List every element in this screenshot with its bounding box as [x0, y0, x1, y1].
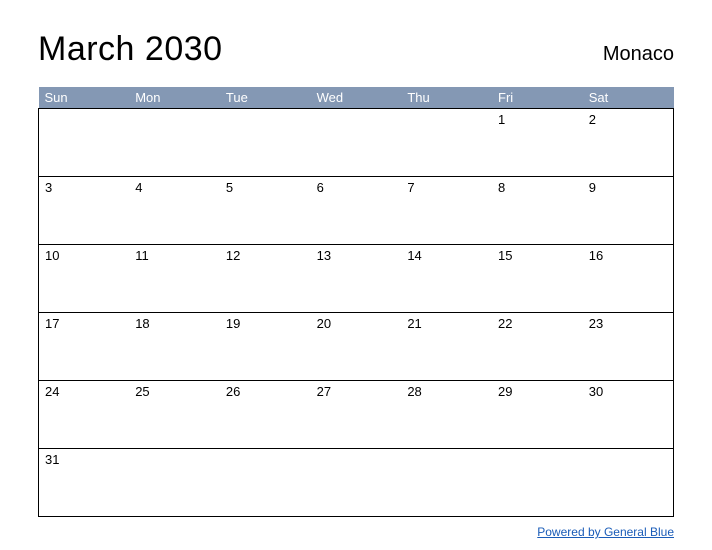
calendar-day-cell: 24	[39, 381, 130, 449]
calendar-day-cell	[401, 109, 492, 177]
calendar-week-row: 24 25 26 27 28 29 30	[39, 381, 674, 449]
calendar-day-cell: 3	[39, 177, 130, 245]
calendar-day-cell	[492, 449, 583, 517]
calendar-week-row: 3 4 5 6 7 8 9	[39, 177, 674, 245]
weekday-header: Sun	[39, 87, 130, 109]
calendar-footer: Powered by General Blue	[38, 523, 674, 541]
calendar-day-cell: 18	[129, 313, 220, 381]
calendar-day-cell: 23	[583, 313, 674, 381]
calendar-day-cell: 13	[311, 245, 402, 313]
weekday-header: Fri	[492, 87, 583, 109]
calendar-day-cell: 26	[220, 381, 311, 449]
weekday-header-row: Sun Mon Tue Wed Thu Fri Sat	[39, 87, 674, 109]
calendar-day-cell: 28	[401, 381, 492, 449]
calendar-day-cell: 6	[311, 177, 402, 245]
calendar-day-cell	[311, 109, 402, 177]
calendar-day-cell: 29	[492, 381, 583, 449]
weekday-header: Sat	[583, 87, 674, 109]
calendar-day-cell: 15	[492, 245, 583, 313]
calendar-day-cell	[129, 109, 220, 177]
weekday-header: Thu	[401, 87, 492, 109]
calendar-day-cell	[39, 109, 130, 177]
calendar-grid: Sun Mon Tue Wed Thu Fri Sat 1 2 3 4 5 6 …	[38, 87, 674, 517]
calendar-day-cell: 14	[401, 245, 492, 313]
calendar-day-cell: 20	[311, 313, 402, 381]
calendar-day-cell: 9	[583, 177, 674, 245]
calendar-day-cell: 25	[129, 381, 220, 449]
calendar-day-cell: 11	[129, 245, 220, 313]
calendar-day-cell: 16	[583, 245, 674, 313]
calendar-day-cell: 21	[401, 313, 492, 381]
calendar-day-cell: 10	[39, 245, 130, 313]
calendar-day-cell	[220, 449, 311, 517]
calendar-day-cell: 22	[492, 313, 583, 381]
calendar-day-cell	[311, 449, 402, 517]
calendar-day-cell: 1	[492, 109, 583, 177]
calendar-day-cell: 12	[220, 245, 311, 313]
calendar-day-cell	[220, 109, 311, 177]
calendar-week-row: 17 18 19 20 21 22 23	[39, 313, 674, 381]
calendar-day-cell: 19	[220, 313, 311, 381]
calendar-day-cell: 8	[492, 177, 583, 245]
calendar-region: Monaco	[603, 43, 674, 69]
calendar-day-cell: 5	[220, 177, 311, 245]
calendar-day-cell: 2	[583, 109, 674, 177]
calendar-day-cell: 17	[39, 313, 130, 381]
weekday-header: Tue	[220, 87, 311, 109]
calendar-week-row: 1 2	[39, 109, 674, 177]
calendar-day-cell: 4	[129, 177, 220, 245]
calendar-day-cell: 31	[39, 449, 130, 517]
calendar-day-cell	[583, 449, 674, 517]
calendar-week-row: 10 11 12 13 14 15 16	[39, 245, 674, 313]
calendar-week-row: 31	[39, 449, 674, 517]
weekday-header: Wed	[311, 87, 402, 109]
calendar-title: March 2030	[38, 30, 223, 69]
powered-by-link[interactable]: Powered by General Blue	[537, 525, 674, 539]
weekday-header: Mon	[129, 87, 220, 109]
calendar-day-cell: 30	[583, 381, 674, 449]
calendar-header: March 2030 Monaco	[38, 30, 674, 69]
calendar-day-cell	[401, 449, 492, 517]
calendar-day-cell: 27	[311, 381, 402, 449]
calendar-day-cell	[129, 449, 220, 517]
calendar-day-cell: 7	[401, 177, 492, 245]
